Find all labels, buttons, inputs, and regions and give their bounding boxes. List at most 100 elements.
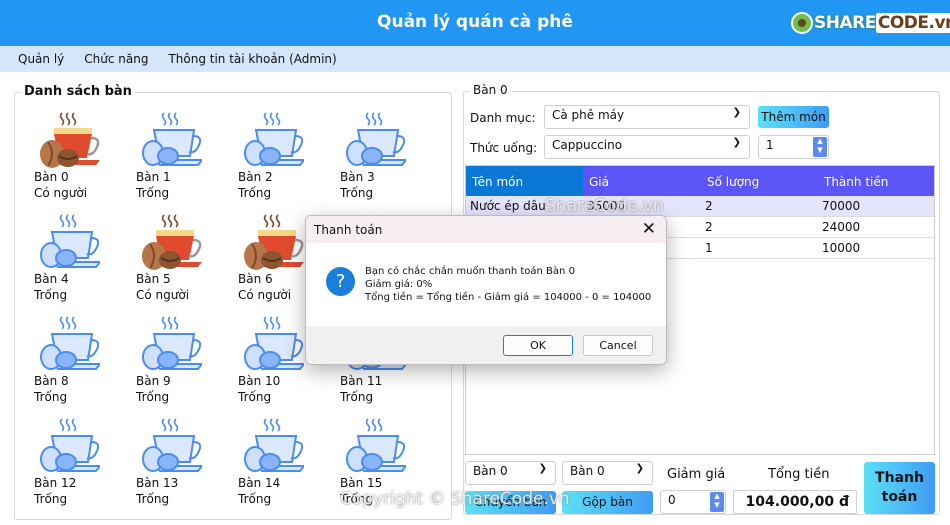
dialog-line-3: Tổng tiền = Tổng tiền - Giảm giá = 10400… [365,292,652,303]
close-icon[interactable]: ✕ [642,219,656,239]
table-header: Tên món Giá Số lượng Thành tiền [466,166,934,196]
add-item-button[interactable]: Thêm món [758,106,829,128]
category-label: Danh mục: [470,111,536,125]
table-name: Bàn 15 [340,476,383,490]
table-name: Bàn 11 [340,374,383,388]
pay-button[interactable]: Thanh toán [864,462,935,514]
category-select[interactable]: Cà phê máy ❯ [544,105,750,129]
table-tile[interactable]: Bàn 4 Trống [34,212,124,312]
table-status: Trống [340,186,374,200]
table-status: Trống [136,492,170,506]
cell: 24000 [822,220,861,234]
menu-account[interactable]: Thông tin tài khoản (Admin) [168,52,336,66]
table-status: Trống [34,288,68,302]
col-ten-mon[interactable]: Tên món [466,166,583,196]
table-status: Có người [34,186,88,200]
quantity-stepper[interactable]: 1 ▲ ▼ [758,135,829,159]
table-name: Bàn 2 [238,170,273,184]
table-tile[interactable]: Bàn 15 Trống [340,416,430,516]
payment-dialog: Thanh toán ✕ ? Bạn có chắc chắn muốn than… [305,215,667,365]
question-icon: ? [326,267,355,296]
col-gia[interactable]: Giá [583,166,701,196]
cancel-button[interactable]: Cancel [583,335,653,356]
discount-label: Giảm giá [667,467,726,482]
col-thanh-tien[interactable]: Thành tiền [818,166,934,196]
table-status: Trống [34,492,68,506]
tables-panel-title: Danh sách bàn [21,84,135,99]
drink-label: Thức uống: [470,141,538,155]
table-status: Có người [136,288,190,302]
cell: 1 [705,241,713,255]
cell: 2 [705,220,713,234]
table-name: Bàn 13 [136,476,179,490]
table-tile[interactable]: Bàn 2 Trống [238,110,328,210]
dialog-line-2: Giảm giá: 0% [365,279,433,290]
table-name: Bàn 5 [136,272,171,286]
stepper-arrows-icon[interactable]: ▲ ▼ [813,137,827,157]
switch-to-select[interactable]: Bàn 0 ❯ [562,461,653,485]
table-name: Bàn 9 [136,374,171,388]
table-tile[interactable]: Bàn 8 Trống [34,314,124,414]
table-name: Bàn 12 [34,476,77,490]
table-status: Trống [34,390,68,404]
discount-stepper[interactable]: 0 ▲ ▼ [660,490,726,514]
menu-bar: Quản lý Chức năng Thông tin tài khoản (A… [0,46,950,72]
table-status: Có người [238,288,292,302]
cell: Nước ép dâu [470,199,546,213]
table-name: Bàn 0 [34,170,69,184]
quantity-value: 1 [766,138,774,152]
pay-label-1: Thanh [875,470,924,486]
table-status: Trống [340,492,374,506]
menu-quan-ly[interactable]: Quản lý [18,52,64,66]
switch-table-button[interactable]: Chuyển bàn [465,491,556,514]
drink-value: Cappuccino [552,138,623,152]
table-tile[interactable]: Bàn 3 Trống [340,110,430,210]
table-status: Trống [136,186,170,200]
stepper-arrows-icon[interactable]: ▲ ▼ [710,492,724,512]
switch-from-select[interactable]: Bàn 0 ❯ [465,461,556,485]
table-tile[interactable]: Bàn 12 Trống [34,416,124,516]
cell: 70000 [822,199,861,213]
switch-from-value: Bàn 0 [473,464,508,478]
table-status: Trống [136,390,170,404]
table-tile[interactable]: Bàn 13 Trống [136,416,226,516]
logo-icon [791,12,813,34]
col-so-luong[interactable]: Số lượng [701,166,818,196]
total-label: Tổng tiền [768,467,830,482]
table-name: Bàn 4 [34,272,69,286]
dialog-line-1: Bạn có chắc chắn muốn thanh toán Bàn 0 [365,266,575,277]
table-tile[interactable]: Bàn 1 Trống [136,110,226,210]
ok-button[interactable]: OK [503,335,573,356]
category-value: Cà phê máy [552,108,625,122]
table-tile[interactable]: Bàn 5 Có người [136,212,226,312]
total-value: 104.000,00 đ [733,490,857,514]
app-header: Quản lý quán cà phê SHARE CODE.vn [0,0,950,46]
chevron-down-icon: ❯ [732,137,741,148]
merge-table-button[interactable]: Gộp bàn [562,491,653,514]
table-tile[interactable]: Bàn 9 Trống [136,314,226,414]
table-row[interactable]: Nước ép dâu 35000 2 70000 [466,196,934,217]
menu-chuc-nang[interactable]: Chức năng [84,52,148,66]
switch-to-value: Bàn 0 [570,464,605,478]
table-name: Bàn 3 [340,170,375,184]
chevron-down-icon: ❯ [635,463,644,474]
order-panel-title: Bàn 0 [470,83,511,97]
table-status: Trống [340,390,374,404]
sharecode-logo: SHARE CODE.vn [790,9,950,37]
chevron-down-icon: ❯ [538,463,547,474]
chevron-down-icon: ❯ [732,107,741,118]
dialog-titlebar: Thanh toán ✕ [306,216,666,243]
table-status: Trống [238,390,272,404]
drink-select[interactable]: Cappuccino ❯ [544,135,750,159]
cell: 35000 [587,199,626,213]
cell: 10000 [822,241,861,255]
table-name: Bàn 14 [238,476,281,490]
table-name: Bàn 6 [238,272,273,286]
discount-value: 0 [668,493,676,507]
table-status: Trống [238,492,272,506]
table-tile[interactable]: Bàn 14 Trống [238,416,328,516]
table-status: Trống [238,186,272,200]
dialog-message: Bạn có chắc chắn muốn thanh toán Bàn 0 G… [365,265,651,304]
table-tile[interactable]: Bàn 0 Có người [34,110,124,210]
cell: 2 [705,199,713,213]
